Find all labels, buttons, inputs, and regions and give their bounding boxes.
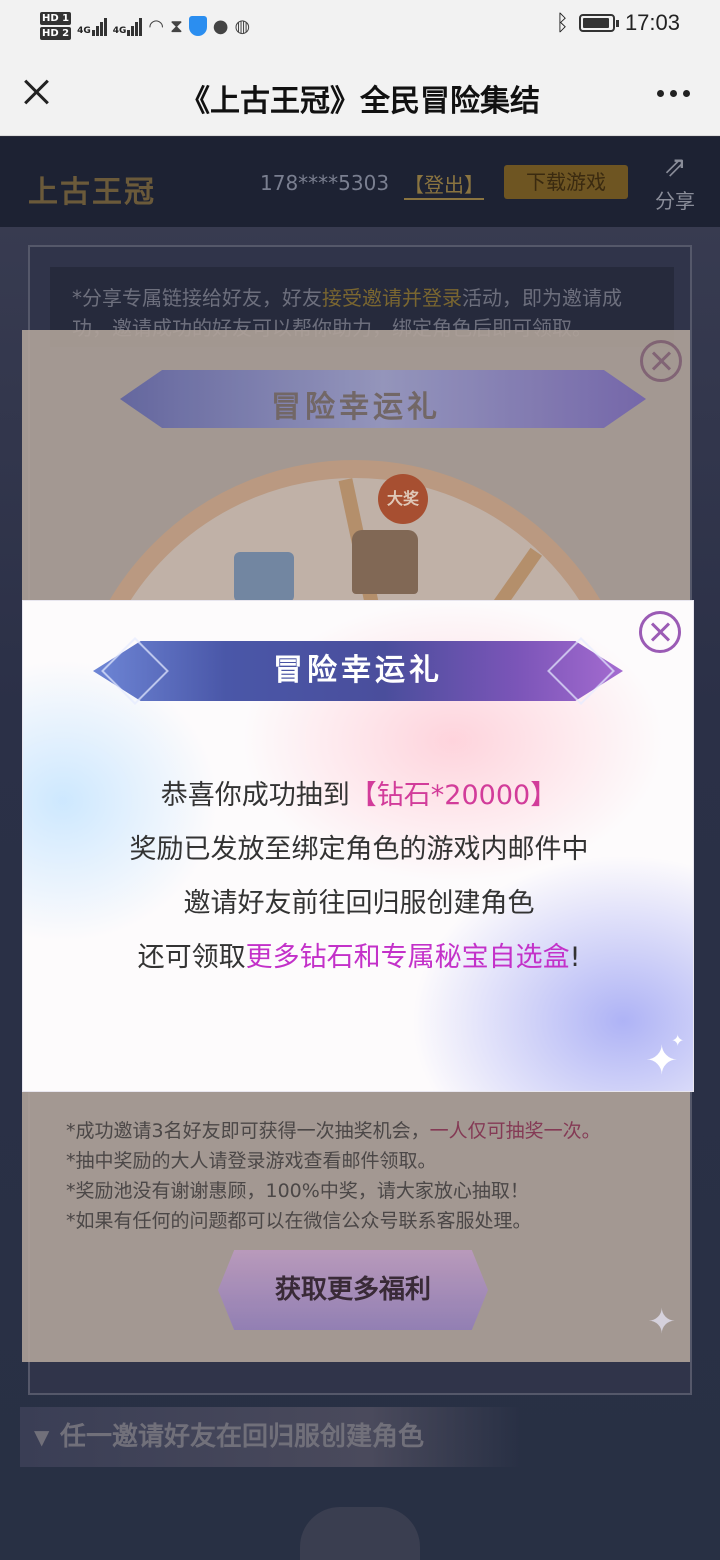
wechat-icon: ● <box>212 15 229 37</box>
user-phone: 178****5303 <box>260 171 390 195</box>
network-2-label: 4G <box>112 26 127 36</box>
section-title: ▼ 任一邀请好友在回归服创建角色 <box>20 1407 520 1467</box>
small-sparkle-icon: ✦ <box>671 1031 685 1050</box>
result-message: 恭喜你成功抽到【钻石*20000】 奖励已发放至绑定角色的游戏内邮件中 邀请好友… <box>23 769 693 985</box>
browser-icon: ◍ <box>234 15 251 37</box>
prize-result-dialog: 冒险幸运礼 恭喜你成功抽到【钻石*20000】 奖励已发放至绑定角色的游戏内邮件… <box>22 600 694 1092</box>
share-button[interactable]: ⇗ 分享 <box>650 149 700 214</box>
lottery-close-icon[interactable] <box>640 340 682 382</box>
game-logo: 上古王冠 <box>28 175 156 210</box>
rule-text: *如果有任何的问题都可以在微信公众号联系客服处理。 <box>66 1210 532 1232</box>
tip-highlight: 接受邀请并登录 <box>322 286 462 310</box>
rule-line: *奖励池没有谢谢惠顾，100%中奖，请大家放心抽取！ <box>66 1176 666 1206</box>
page-title: 《上古王冠》全民冒险集结 <box>180 84 540 119</box>
share-label: 分享 <box>655 189 695 213</box>
hd-indicator: HD 1 HD 2 <box>40 11 72 41</box>
download-game-button[interactable]: 下载游戏 <box>504 165 628 199</box>
rule-line: *如果有任何的问题都可以在微信公众号联系客服处理。 <box>66 1206 666 1236</box>
line4-highlight: 更多钻石和专属秘宝自选盒 <box>245 942 570 973</box>
lottery-rules: *成功邀请3名好友即可获得一次抽奖机会，一人仅可抽奖一次。 *抽中奖励的大人请登… <box>66 1116 666 1236</box>
tip-prefix: *分享专属链接给好友，好友 <box>72 286 322 310</box>
result-title: 冒险幸运礼 <box>273 653 443 688</box>
diamond-prize-icon <box>234 552 294 602</box>
line1-prefix: 恭喜你成功抽到 <box>160 780 350 811</box>
wifi-icon: ◠ <box>148 15 165 37</box>
result-line-4: 还可领取更多钻石和专属秘宝自选盒! <box>23 931 693 985</box>
section-title-text: 任一邀请好友在回归服创建角色 <box>60 1422 425 1452</box>
bluetooth-icon: ᛒ <box>555 10 569 36</box>
grand-prize-badge: 大奖 <box>378 474 428 524</box>
share-icon: ⇗ <box>663 150 687 183</box>
hd2-label: HD 2 <box>40 27 72 40</box>
rule-line: *抽中奖励的大人请登录游戏查看邮件领取。 <box>66 1146 666 1176</box>
more-icon[interactable] <box>657 90 690 97</box>
hourglass-icon: ⧗ <box>170 15 183 37</box>
result-close-icon[interactable] <box>639 611 681 653</box>
result-title-ribbon: 冒险幸运礼 <box>93 637 623 705</box>
close-icon[interactable] <box>18 74 54 110</box>
rule-text: *奖励池没有谢谢惠顾，100%中奖，请大家放心抽取！ <box>66 1180 529 1202</box>
shield-icon <box>188 16 207 36</box>
rule-text: *抽中奖励的大人请登录游戏查看邮件领取。 <box>66 1150 437 1172</box>
sparkle-icon: ✦ <box>647 1302 677 1342</box>
result-line-3: 邀请好友前往回归服创建角色 <box>183 888 535 919</box>
line4-prefix: 还可领取 <box>137 942 246 973</box>
title-bar: 《上古王冠》全民冒险集结 <box>0 52 720 136</box>
line4-suffix: ! <box>569 942 581 973</box>
status-right: ᛒ 17:03 <box>556 10 680 36</box>
signal-1-icon: 4G <box>77 16 107 36</box>
lottery-title: 冒险幸运礼 <box>271 390 441 425</box>
logout-link[interactable]: 【登出】 <box>404 169 484 200</box>
more-benefits-button[interactable]: 获取更多福利 <box>218 1250 488 1330</box>
prize-text: 【钻石*20000】 <box>349 780 558 811</box>
rule-line: *成功邀请3名好友即可获得一次抽奖机会，一人仅可抽奖一次。 <box>66 1116 666 1146</box>
game-header: 上古王冠 178****5303 【登出】 下载游戏 ⇗ 分享 <box>0 137 720 227</box>
clock: 17:03 <box>624 10 680 35</box>
rule-text: *成功邀请3名好友即可获得一次抽奖机会， <box>66 1120 430 1142</box>
triangle-icon: ▼ <box>34 1425 50 1449</box>
chest-thumbnail <box>300 1507 420 1560</box>
rule-highlight: 一人仅可抽奖一次。 <box>429 1120 601 1142</box>
hd1-label: HD 1 <box>40 12 72 25</box>
result-line-1: 恭喜你成功抽到【钻石*20000】 <box>23 769 693 823</box>
treasure-chest-icon <box>352 530 418 594</box>
result-line-2: 奖励已发放至绑定角色的游戏内邮件中 <box>129 834 589 865</box>
status-bar: HD 1 HD 2 4G 4G ◠ ⧗ ● ◍ ᛒ 17:03 <box>0 0 720 52</box>
battery-icon <box>578 14 619 32</box>
network-1-label: 4G <box>77 26 91 36</box>
status-left: HD 1 HD 2 4G 4G ◠ ⧗ ● ◍ <box>40 6 250 46</box>
signal-2-icon: 4G <box>113 16 143 36</box>
